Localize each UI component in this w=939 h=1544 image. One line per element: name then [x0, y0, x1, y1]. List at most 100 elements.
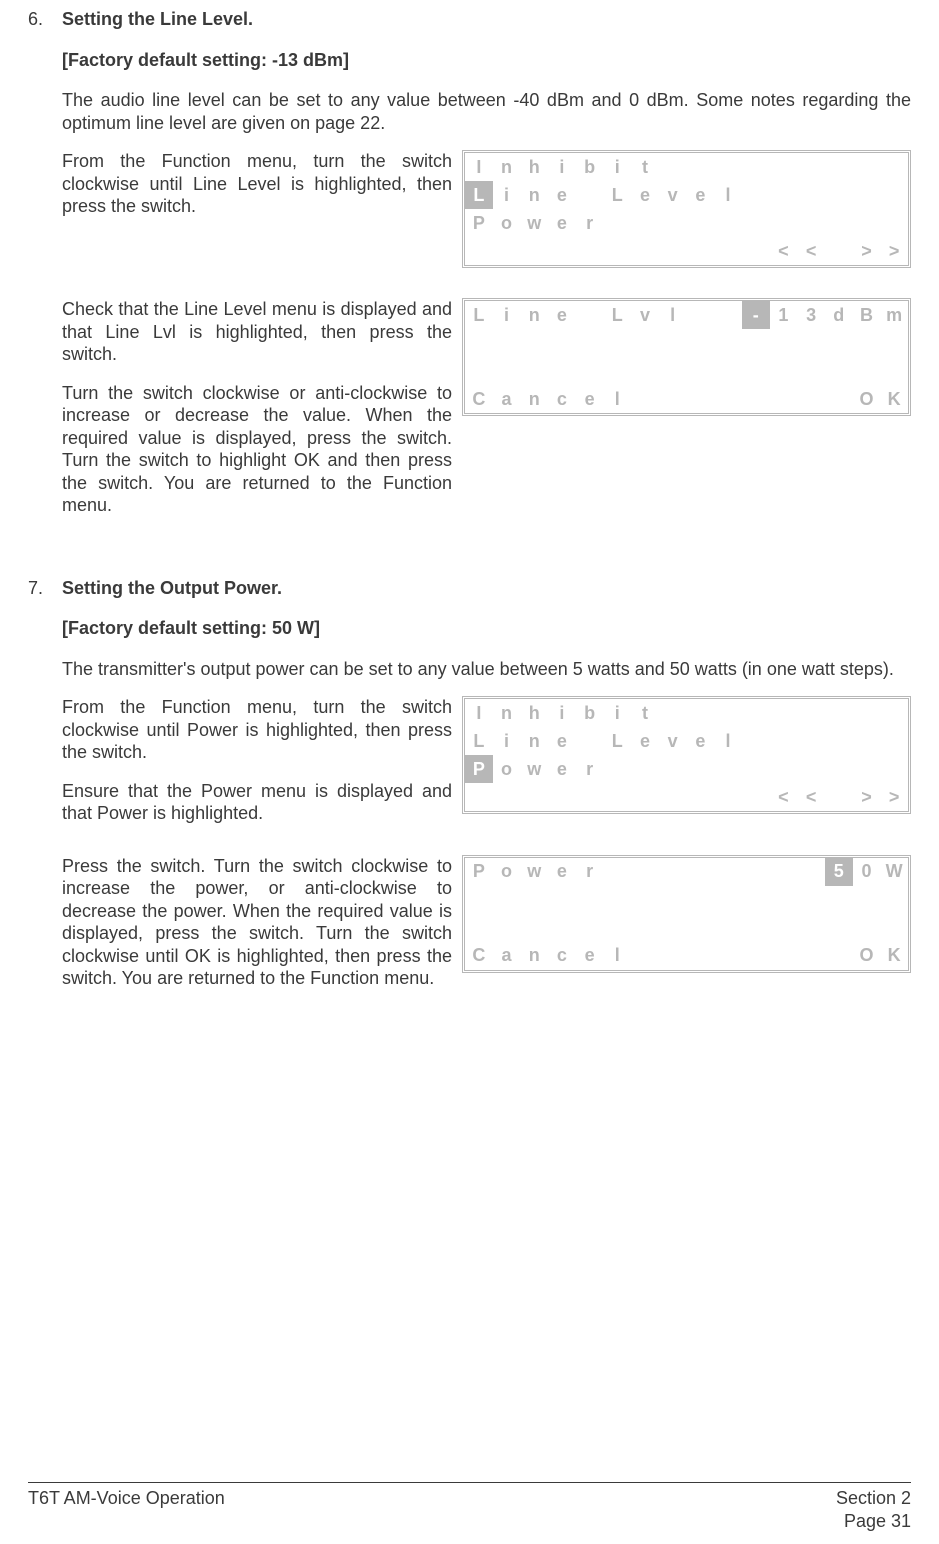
lcd-cell [797, 727, 825, 755]
section-6-step2b-text: Turn the switch clockwise or anti-clockw… [62, 382, 452, 517]
lcd-cell: n [493, 699, 521, 727]
lcd-cell [853, 886, 881, 914]
lcd-cell [825, 755, 853, 783]
lcd-cell [631, 237, 659, 265]
lcd-cell: 5 [825, 858, 853, 886]
lcd-cell [742, 886, 770, 914]
lcd-cell: n [520, 301, 548, 329]
lcd-cell [548, 329, 576, 357]
lcd-cell: w [520, 755, 548, 783]
lcd-cell: L [465, 181, 493, 209]
lcd-cell [548, 357, 576, 385]
lcd-cell: L [603, 181, 631, 209]
lcd-cell [714, 357, 742, 385]
section-6-number: 6. [28, 8, 62, 31]
lcd-cell [714, 699, 742, 727]
lcd-cell: r [576, 755, 604, 783]
section-7-heading: 7. Setting the Output Power. [28, 577, 911, 600]
lcd-cell [465, 914, 493, 942]
lcd-cell [576, 886, 604, 914]
lcd-cell [659, 783, 687, 811]
lcd-row: << >> [465, 783, 908, 811]
lcd-cell: 1 [770, 301, 798, 329]
lcd-cell: r [576, 858, 604, 886]
lcd-cell [659, 357, 687, 385]
lcd-cell: < [770, 783, 798, 811]
section-6-title: Setting the Line Level. [62, 8, 253, 31]
lcd-cell: 3 [797, 301, 825, 329]
lcd-cell [520, 886, 548, 914]
lcd-cell: i [493, 727, 521, 755]
lcd-cell [714, 914, 742, 942]
lcd-row [465, 357, 908, 385]
lcd-cell [797, 755, 825, 783]
lcd-cell: i [493, 301, 521, 329]
lcd-cell [825, 237, 853, 265]
lcd-cell [797, 329, 825, 357]
lcd-cell: b [576, 699, 604, 727]
lcd-cell: l [714, 181, 742, 209]
lcd-cell [687, 914, 715, 942]
lcd-cell: K [880, 942, 908, 970]
lcd-row [465, 886, 908, 914]
lcd-cell [797, 357, 825, 385]
footer-section: Section 2 [836, 1487, 911, 1510]
lcd-cell [797, 699, 825, 727]
section-7-step2-text: Press the switch. Turn the switch clockw… [62, 855, 462, 990]
lcd-cell [548, 886, 576, 914]
lcd-cell [659, 942, 687, 970]
lcd-row: Inhibit [465, 699, 908, 727]
lcd-cell [687, 385, 715, 413]
lcd-cell [714, 209, 742, 237]
lcd-cell [797, 886, 825, 914]
lcd-cell [825, 886, 853, 914]
lcd-cell [825, 699, 853, 727]
lcd-cell: e [548, 181, 576, 209]
lcd-cell [714, 329, 742, 357]
lcd-cell [853, 153, 881, 181]
lcd-row: Inhibit [465, 153, 908, 181]
lcd-cell [659, 886, 687, 914]
lcd-cell [631, 858, 659, 886]
lcd-cell: < [770, 237, 798, 265]
lcd-cell [659, 237, 687, 265]
lcd-cell [687, 209, 715, 237]
lcd-cell: L [603, 727, 631, 755]
lcd-cell [770, 942, 798, 970]
lcd-cell [797, 209, 825, 237]
lcd-cell [465, 329, 493, 357]
lcd-cell [576, 357, 604, 385]
lcd-cell [797, 385, 825, 413]
lcd-cell: n [520, 727, 548, 755]
page-footer: T6T AM-Voice Operation Section 2 Page 31 [28, 1482, 911, 1532]
lcd-cell: C [465, 385, 493, 413]
lcd-cell [714, 858, 742, 886]
lcd-cell: e [548, 727, 576, 755]
lcd-cell [853, 727, 881, 755]
section-6-step2a-text: Check that the Line Level menu is displa… [62, 298, 452, 366]
lcd-cell [520, 783, 548, 811]
lcd-cell [742, 357, 770, 385]
lcd-row [465, 914, 908, 942]
lcd-cell [687, 237, 715, 265]
lcd-cell [520, 914, 548, 942]
lcd-row: Power [465, 209, 908, 237]
lcd-row: Cancel OK [465, 942, 908, 970]
lcd-cell: > [853, 237, 881, 265]
lcd-cell [631, 914, 659, 942]
lcd-cell [603, 914, 631, 942]
section-7-title: Setting the Output Power. [62, 577, 282, 600]
lcd-cell [742, 727, 770, 755]
lcd-cell: l [714, 727, 742, 755]
lcd-cell [880, 153, 908, 181]
lcd-row: << >> [465, 237, 908, 265]
lcd-row: Power [465, 755, 908, 783]
section-7-default: [Factory default setting: 50 W] [62, 617, 911, 640]
lcd-cell [687, 329, 715, 357]
lcd-cell: e [687, 727, 715, 755]
section-7-step1b-text: Ensure that the Power menu is displayed … [62, 780, 452, 825]
lcd-cell: L [465, 727, 493, 755]
lcd-cell: r [576, 209, 604, 237]
lcd-cell [880, 727, 908, 755]
lcd-row: Line Level [465, 181, 908, 209]
